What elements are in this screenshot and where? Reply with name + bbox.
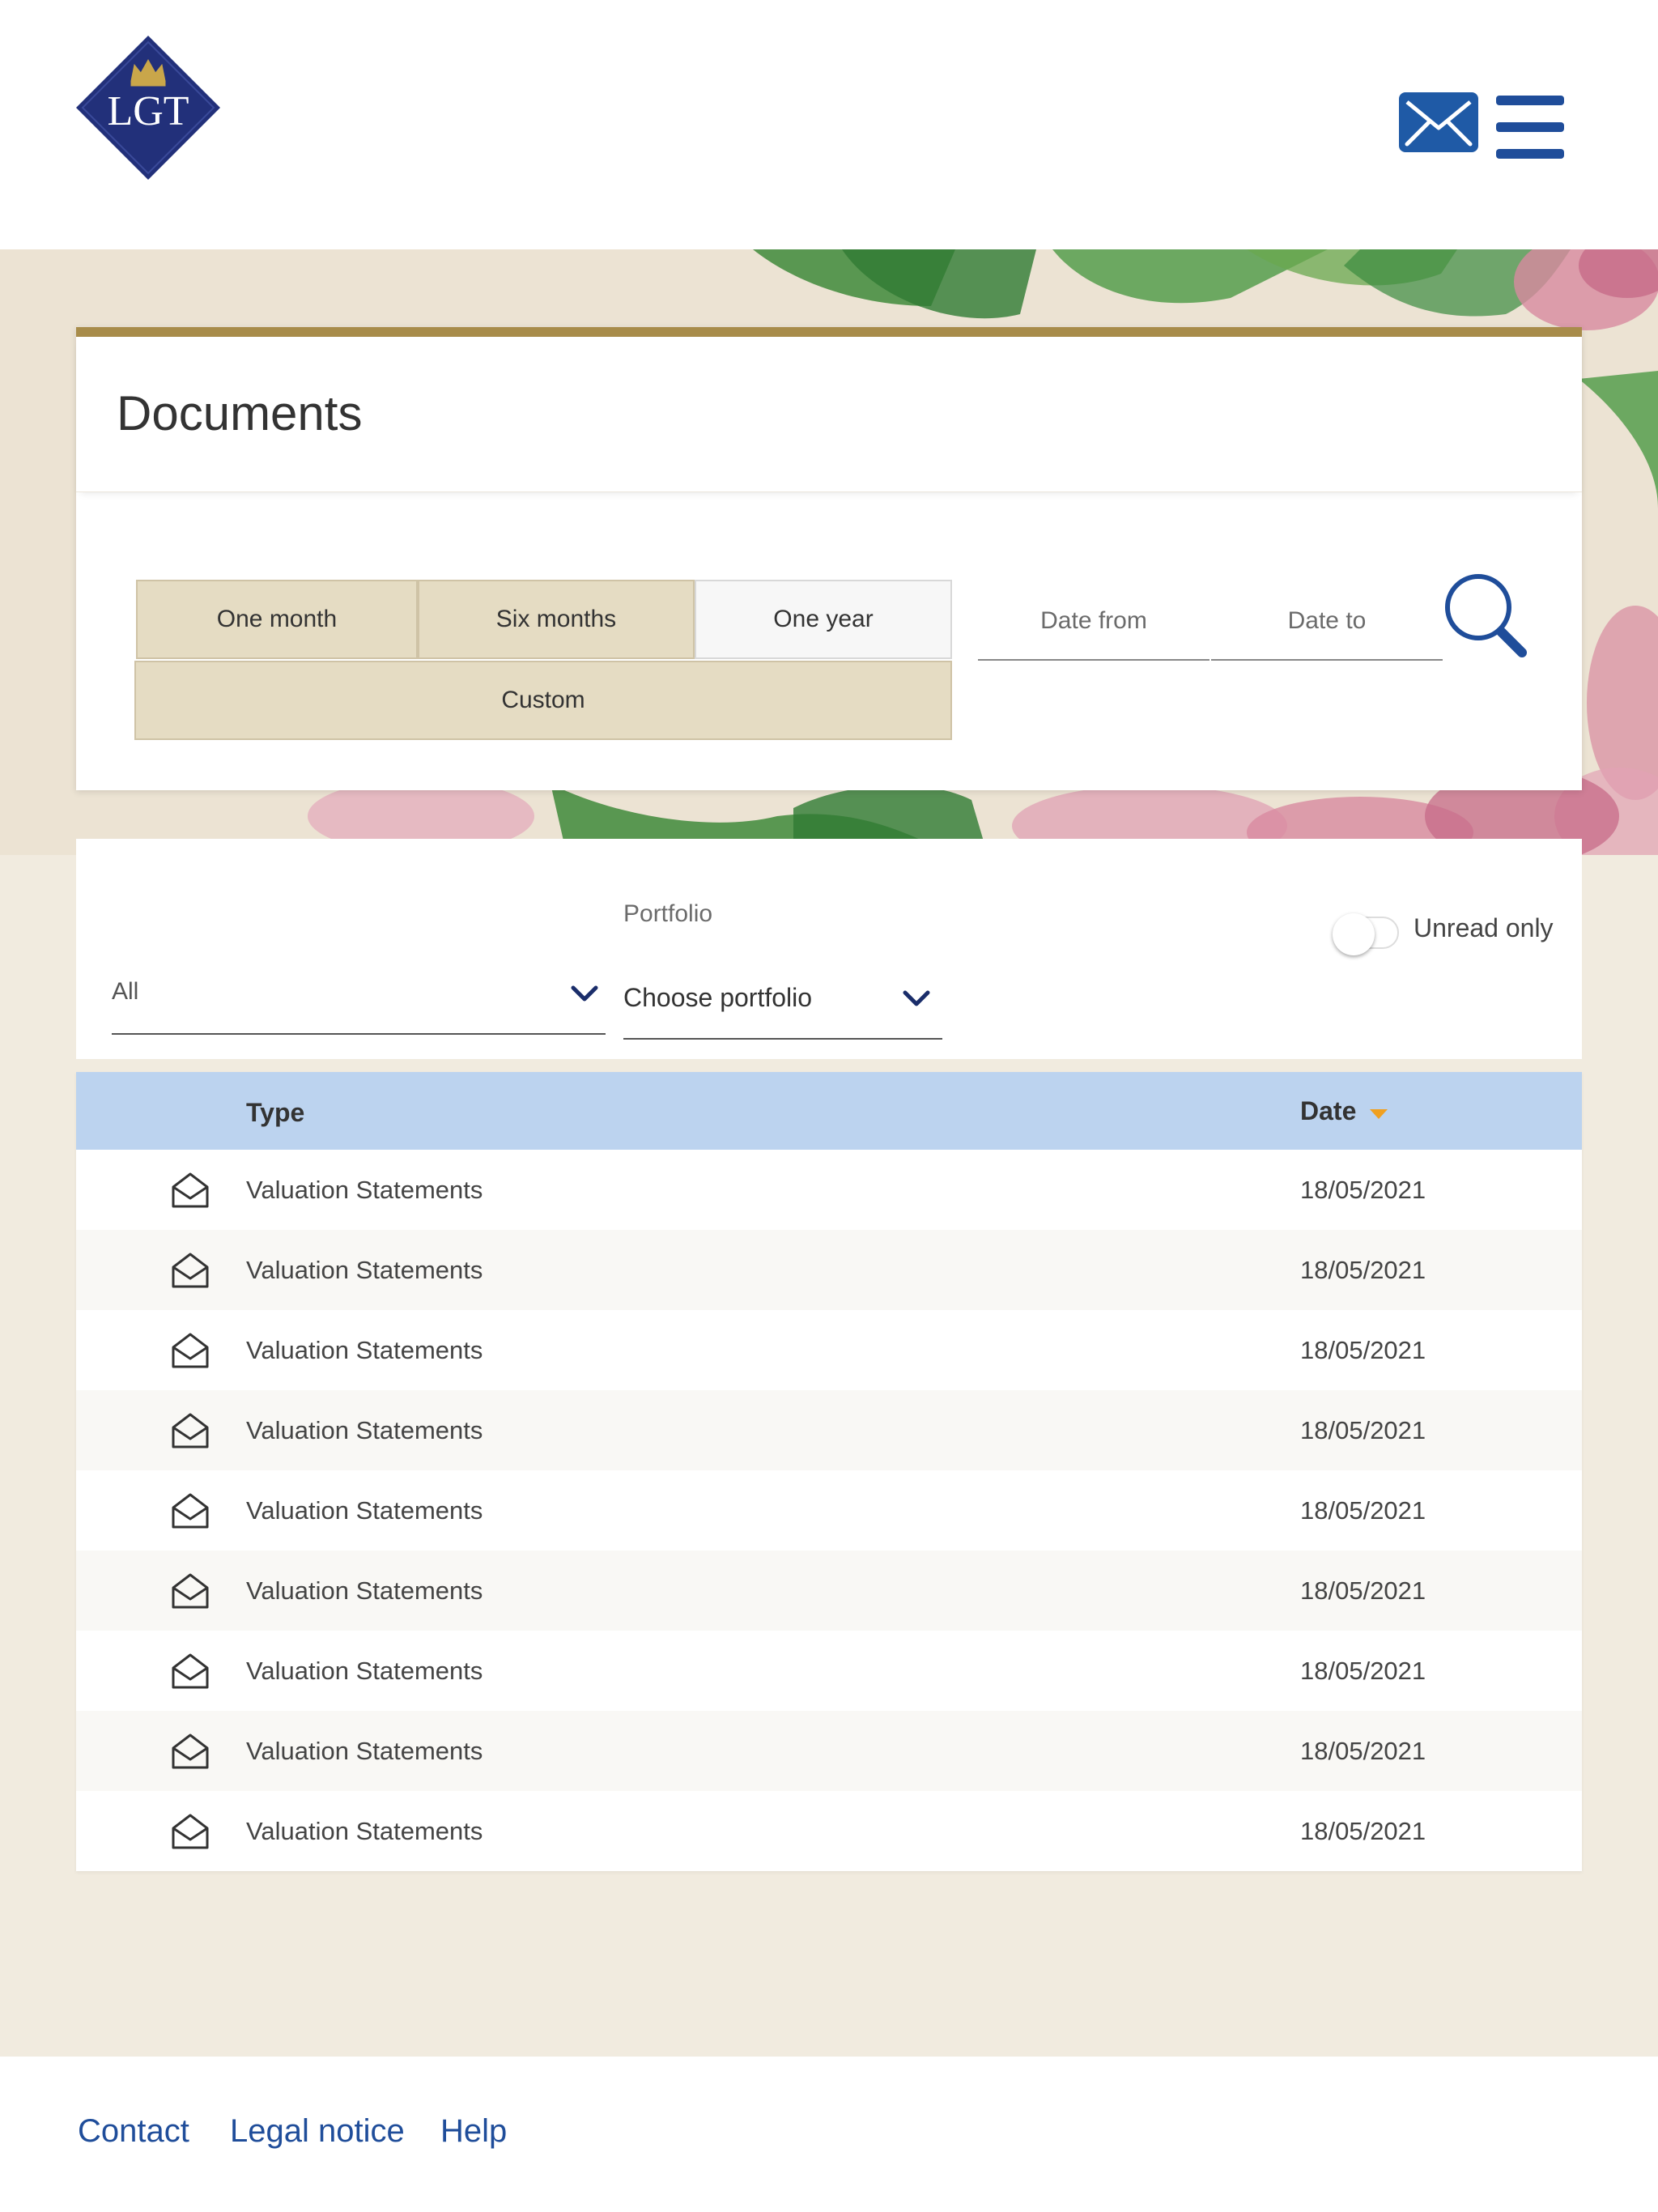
portfolio-label: Portfolio [623,900,713,927]
table-row[interactable]: Valuation Statements 18/05/2021 [76,1230,1582,1310]
table-row[interactable]: Valuation Statements 18/05/2021 [76,1310,1582,1390]
column-header-date[interactable]: Date [1300,1096,1389,1126]
period-one-month-button[interactable]: One month [136,580,418,659]
open-envelope-icon [172,1493,209,1529]
card-accent-bar [76,327,1582,337]
document-type-select[interactable]: All [112,946,606,1035]
unread-only-label: Unread only [1414,913,1554,942]
row-document-date: 18/05/2021 [1300,1496,1426,1525]
period-six-months-button[interactable]: Six months [418,580,695,659]
column-header-date-label: Date [1300,1096,1357,1125]
footer-link-contact[interactable]: Contact [78,2113,189,2150]
date-to-field[interactable]: Date to [1211,583,1443,661]
column-header-type[interactable]: Type [246,1098,304,1128]
row-document-date: 18/05/2021 [1300,1176,1426,1204]
hamburger-menu-icon[interactable] [1496,92,1564,162]
row-document-type: Valuation Statements [246,1657,483,1685]
row-document-date: 18/05/2021 [1300,1657,1426,1685]
chevron-down-icon [903,990,930,1006]
row-document-type: Valuation Statements [246,1176,483,1204]
row-document-type: Valuation Statements [246,1496,483,1525]
row-document-date: 18/05/2021 [1300,1336,1426,1364]
toggle-knob [1333,913,1375,955]
footer-link-legal-notice[interactable]: Legal notice [230,2113,405,2150]
row-document-type: Valuation Statements [246,1416,483,1444]
table-row[interactable]: Valuation Statements 18/05/2021 [76,1631,1582,1711]
table-row[interactable]: Valuation Statements 18/05/2021 [76,1390,1582,1470]
documents-card: Documents One month Six months One year … [76,327,1582,790]
open-envelope-icon [172,1253,209,1288]
table-row[interactable]: Valuation Statements 18/05/2021 [76,1711,1582,1791]
row-document-date: 18/05/2021 [1300,1256,1426,1284]
table-body: Valuation Statements 18/05/2021 Valuation … [76,1150,1582,1871]
open-envelope-icon [172,1733,209,1769]
row-document-type: Valuation Statements [246,1576,483,1605]
table-row[interactable]: Valuation Statements 18/05/2021 [76,1150,1582,1230]
documents-title-area: Documents [76,337,1582,492]
logo-text: LGT [107,88,189,134]
lgt-logo[interactable]: LGT [74,34,222,181]
period-one-year-button[interactable]: One year [695,580,952,659]
open-envelope-icon [172,1814,209,1849]
row-document-date: 18/05/2021 [1300,1817,1426,1845]
table-header: Type Date [76,1072,1582,1150]
page-footer: Contact Legal notice Help [0,2057,1658,2212]
document-type-value: All [112,978,139,1005]
portfolio-value: Choose portfolio [623,983,813,1012]
row-document-date: 18/05/2021 [1300,1737,1426,1765]
row-document-type: Valuation Statements [246,1256,483,1284]
date-from-field[interactable]: Date from [978,583,1209,661]
search-icon[interactable] [1441,572,1530,661]
envelope-icon[interactable] [1399,92,1478,152]
footer-link-help[interactable]: Help [440,2113,507,2150]
filter-card: All Portfolio Choose portfolio Unread on… [76,839,1582,1059]
open-envelope-icon [172,1573,209,1609]
open-envelope-icon [172,1413,209,1448]
table-row[interactable]: Valuation Statements 18/05/2021 [76,1551,1582,1631]
row-document-date: 18/05/2021 [1300,1416,1426,1444]
sort-descending-icon [1370,1108,1388,1119]
period-custom-button[interactable]: Custom [134,661,952,740]
documents-table: Type Date Valuation Statements 18/05/2021… [76,1072,1582,1871]
table-row[interactable]: Valuation Statements 18/05/2021 [76,1791,1582,1871]
row-document-type: Valuation Statements [246,1336,483,1364]
row-document-type: Valuation Statements [246,1737,483,1765]
row-document-type: Valuation Statements [246,1817,483,1845]
portfolio-select[interactable]: Choose portfolio [623,952,942,1040]
table-row[interactable]: Valuation Statements 18/05/2021 [76,1470,1582,1551]
row-document-date: 18/05/2021 [1300,1576,1426,1605]
open-envelope-icon [172,1653,209,1689]
page-title: Documents [117,386,363,440]
app-header: LGT [0,0,1658,249]
open-envelope-icon [172,1172,209,1208]
open-envelope-icon [172,1333,209,1368]
unread-only-toggle[interactable] [1333,913,1399,955]
chevron-down-icon [571,985,598,1002]
